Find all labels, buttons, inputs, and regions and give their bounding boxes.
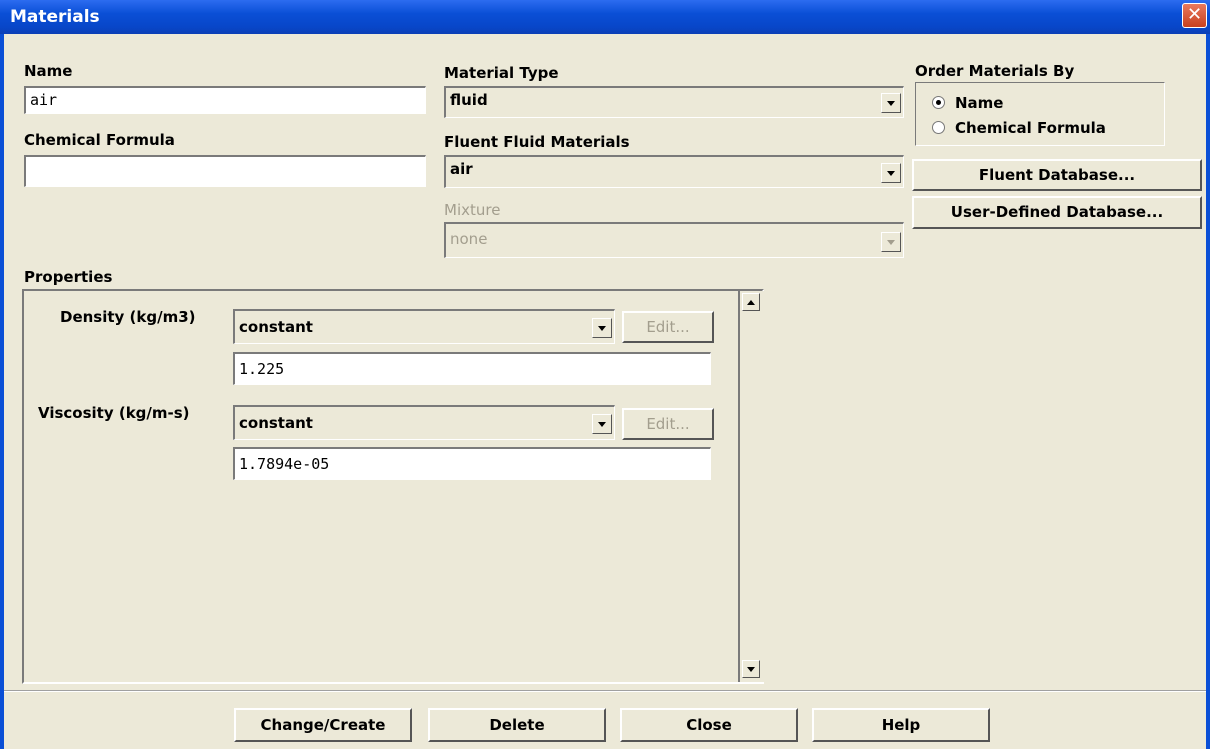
scroll-down-arrow-icon[interactable] xyxy=(742,660,760,678)
fluent-fluid-materials-label: Fluent Fluid Materials xyxy=(444,133,630,151)
order-by-name-label: Name xyxy=(955,94,1004,112)
order-by-chemical-formula-label: Chemical Formula xyxy=(955,119,1106,137)
chemical-formula-input[interactable] xyxy=(24,155,426,187)
user-defined-database-button[interactable]: User-Defined Database... xyxy=(912,196,1202,229)
material-type-select[interactable]: fluid xyxy=(444,86,904,118)
density-value-input[interactable]: 1.225 xyxy=(233,352,711,385)
fluent-fluid-materials-value: air xyxy=(450,160,473,178)
mixture-value: none xyxy=(450,230,488,248)
material-type-label: Material Type xyxy=(444,64,559,82)
order-by-chemical-formula-radio[interactable]: Chemical Formula xyxy=(932,119,1106,137)
chevron-down-icon[interactable] xyxy=(592,318,612,338)
properties-scrollbar[interactable] xyxy=(738,291,764,682)
mixture-label: Mixture xyxy=(444,201,501,219)
window-frame-left xyxy=(0,34,4,749)
order-by-name-radio[interactable]: Name xyxy=(932,94,1003,112)
window-frame-right xyxy=(1206,34,1210,749)
chevron-down-icon[interactable] xyxy=(881,93,901,113)
close-button[interactable]: Close xyxy=(620,708,798,742)
footer-separator xyxy=(4,690,1206,692)
radio-unselected-icon[interactable] xyxy=(932,121,945,134)
density-method-select[interactable]: constant xyxy=(233,309,615,344)
properties-panel xyxy=(22,289,764,684)
viscosity-edit-button: Edit... xyxy=(622,408,714,440)
radio-selected-icon[interactable] xyxy=(932,96,945,109)
properties-label: Properties xyxy=(24,268,113,286)
viscosity-method-value: constant xyxy=(239,414,313,432)
materials-dialog: Materials ✕ Name air Chemical Formula Ma… xyxy=(0,0,1210,749)
chevron-down-icon[interactable] xyxy=(592,414,612,434)
chevron-down-icon[interactable] xyxy=(881,163,901,183)
viscosity-value-input[interactable]: 1.7894e-05 xyxy=(233,447,711,480)
fluent-database-button[interactable]: Fluent Database... xyxy=(912,159,1202,191)
viscosity-method-select[interactable]: constant xyxy=(233,405,615,440)
density-label: Density (kg/m3) xyxy=(60,308,196,326)
order-materials-by-label: Order Materials By xyxy=(915,62,1075,80)
delete-button[interactable]: Delete xyxy=(428,708,606,742)
chevron-down-icon xyxy=(881,232,901,252)
name-label: Name xyxy=(24,62,73,80)
name-input[interactable]: air xyxy=(24,86,426,114)
window-title: Materials xyxy=(10,7,100,27)
viscosity-label: Viscosity (kg/m-s) xyxy=(38,404,190,422)
close-window-icon[interactable]: ✕ xyxy=(1182,3,1207,28)
fluent-fluid-materials-select[interactable]: air xyxy=(444,155,904,188)
help-button[interactable]: Help xyxy=(812,708,990,742)
chemical-formula-label: Chemical Formula xyxy=(24,131,175,149)
material-type-value: fluid xyxy=(450,91,488,109)
density-edit-button: Edit... xyxy=(622,311,714,343)
title-bar[interactable]: Materials ✕ xyxy=(0,0,1210,34)
mixture-select: none xyxy=(444,222,904,258)
change-create-button[interactable]: Change/Create xyxy=(234,708,412,742)
density-method-value: constant xyxy=(239,318,313,336)
scroll-up-arrow-icon[interactable] xyxy=(742,293,760,311)
